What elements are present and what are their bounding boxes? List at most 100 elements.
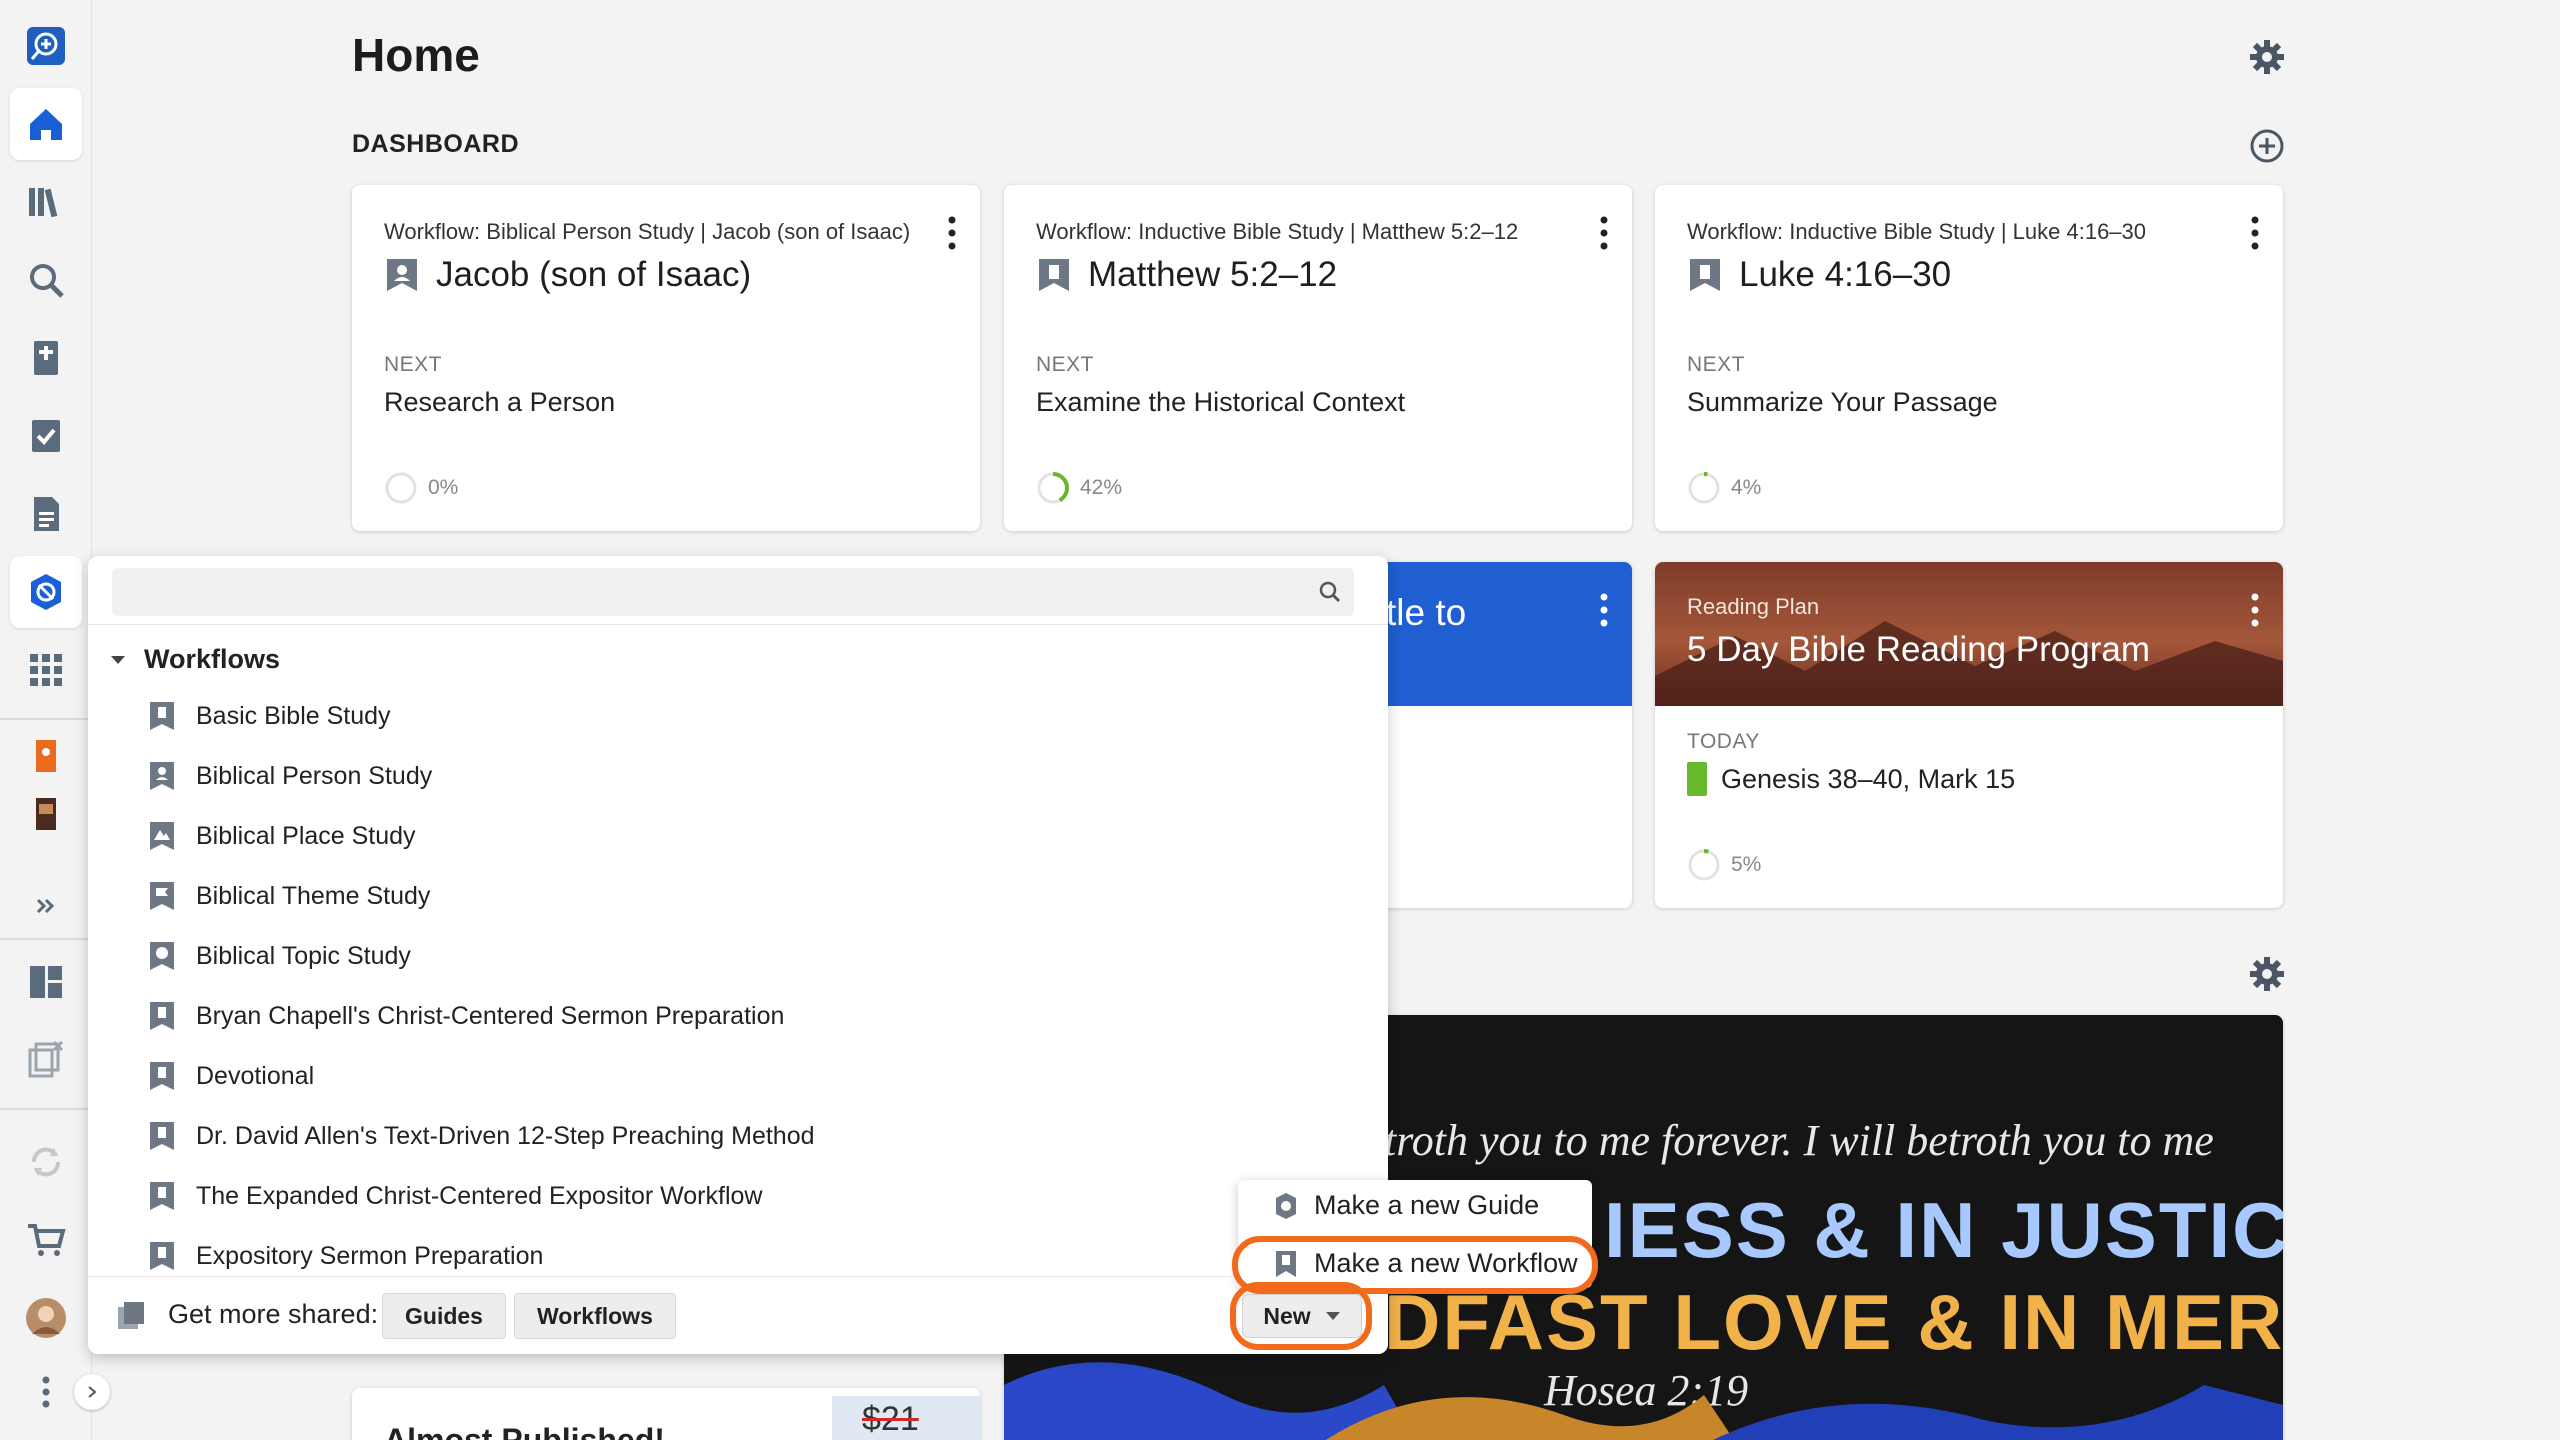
card-menu-icon[interactable]: [1598, 215, 1610, 251]
next-step: Research a Person: [384, 387, 616, 417]
workflow-list-item[interactable]: Biblical Place Study: [148, 816, 416, 856]
workflow-list-item[interactable]: Expository Sermon Preparation: [148, 1236, 543, 1276]
progress-text: 42%: [1080, 476, 1123, 499]
sidebar-layout-icon[interactable]: [10, 946, 82, 1018]
sidebar-divider: [0, 1108, 92, 1110]
workflow-card-title-text: Matthew 5:2–12: [1088, 255, 1338, 294]
workflow-card-subtitle: Workflow: Inductive Bible Study | Luke 4…: [1687, 219, 2147, 244]
sidebar-search-add-icon[interactable]: [10, 10, 82, 82]
guide-card-title: tle to: [1386, 592, 1467, 633]
workflow-list: Basic Bible Study Biblical Person Study …: [148, 696, 1328, 1270]
next-step: Summarize Your Passage: [1687, 387, 1998, 417]
workflow-list-item[interactable]: Devotional: [148, 1056, 314, 1096]
workflow-list-item[interactable]: Basic Bible Study: [148, 696, 391, 736]
workflow-list-item[interactable]: Bryan Chapell's Christ-Centered Sermon P…: [148, 996, 784, 1036]
workflow-card[interactable]: Workflow: Inductive Bible Study | Matthe…: [1004, 185, 1632, 531]
workflows-group-header[interactable]: Workflows: [108, 644, 280, 675]
workflow-card-subtitle: Workflow: Biblical Person Study | Jacob …: [384, 219, 911, 244]
bookmark-icon: [150, 1122, 174, 1150]
product-card-title: Almost Published!: [384, 1422, 665, 1440]
page-title: Home: [352, 29, 480, 81]
today-reading-text: Genesis 38–40, Mark 15: [1721, 763, 2016, 794]
reading-plan-card[interactable]: Reading Plan 5 Day Bible Reading Program…: [1655, 562, 2283, 908]
topic-icon: [150, 942, 174, 970]
workflow-name: Biblical Place Study: [196, 821, 416, 850]
today-reading[interactable]: Genesis 38–40, Mark 15: [1687, 762, 2015, 796]
sidebar-library-icon[interactable]: [10, 166, 82, 238]
reading-plan-kind: Reading Plan: [1687, 594, 1820, 619]
panel-expand-toggle[interactable]: [74, 1374, 110, 1410]
sidebar-avatar[interactable]: [10, 1282, 82, 1354]
workflow-name: The Expanded Christ-Centered Expositor W…: [196, 1181, 763, 1210]
reading-plan-header: Reading Plan 5 Day Bible Reading Program: [1655, 562, 2283, 706]
workflow-card[interactable]: Workflow: Inductive Bible Study | Luke 4…: [1655, 185, 2283, 531]
bible-book-icon: [1687, 762, 1707, 796]
workflow-list-item[interactable]: Biblical Theme Study: [148, 876, 430, 916]
sidebar-divider: [0, 938, 92, 940]
bookmark-workflow-icon: [1039, 259, 1069, 291]
sidebar-apps-icon[interactable]: [10, 634, 82, 706]
shared-guides-button[interactable]: Guides: [382, 1293, 506, 1339]
sidebar-book-dark-icon[interactable]: [10, 778, 82, 850]
progress: 5%: [1687, 848, 1761, 882]
sidebar-close-panels-icon[interactable]: [10, 1024, 82, 1096]
workflow-card-title: Matthew 5:2–12: [1036, 255, 1337, 295]
guide-icon: [1276, 1192, 1296, 1219]
sidebar-guides-icon[interactable]: [10, 556, 82, 628]
shared-workflows-button[interactable]: Workflows: [514, 1293, 676, 1339]
workflow-list-item[interactable]: Biblical Topic Study: [148, 936, 411, 976]
settings-gear-icon[interactable]: [2248, 955, 2286, 993]
progress-ring: [385, 472, 417, 504]
sidebar-expand-icon[interactable]: [10, 870, 82, 942]
sidebar-document-icon[interactable]: [10, 478, 82, 550]
workflow-card-title-text: Jacob (son of Isaac): [436, 255, 752, 294]
card-menu-icon[interactable]: [2249, 215, 2261, 251]
card-menu-icon[interactable]: [946, 215, 958, 251]
sidebar-search-icon[interactable]: [10, 244, 82, 316]
bookmark-icon: [150, 1182, 174, 1210]
workflow-name: Bryan Chapell's Christ-Centered Sermon P…: [196, 1001, 785, 1030]
person-icon: [150, 762, 174, 790]
bookmark-icon: [150, 1002, 174, 1030]
make-new-guide-label: Make a new Guide: [1314, 1190, 1540, 1220]
sidebar: [0, 0, 92, 1440]
workflow-name: Biblical Theme Study: [196, 881, 431, 910]
workflow-card[interactable]: Workflow: Biblical Person Study | Jacob …: [352, 185, 980, 531]
workflow-list-item[interactable]: The Expanded Christ-Centered Expositor W…: [148, 1176, 762, 1216]
add-widget-icon[interactable]: [2248, 127, 2286, 165]
card-menu-icon[interactable]: [2249, 592, 2261, 628]
next-label: NEXT: [384, 353, 443, 376]
product-card[interactable]: Almost Published! $21: [352, 1388, 980, 1440]
make-new-guide-item[interactable]: Make a new Guide: [1274, 1190, 1539, 1221]
workflow-list-item[interactable]: Dr. David Allen's Text-Driven 12-Step Pr…: [148, 1116, 815, 1156]
next-label: NEXT: [1036, 353, 1095, 376]
highlight-outline: [1230, 1282, 1372, 1350]
workflow-name: Basic Bible Study: [196, 701, 391, 730]
theme-icon: [150, 882, 174, 910]
settings-gear-icon[interactable]: [2248, 38, 2286, 76]
workflow-card-title: Jacob (son of Isaac): [384, 255, 751, 295]
progress-text: 5%: [1731, 853, 1762, 876]
reading-plan-name: 5 Day Bible Reading Program: [1687, 630, 2151, 669]
sidebar-sync-icon[interactable]: [10, 1126, 82, 1198]
search-icon[interactable]: [1316, 578, 1344, 606]
sidebar-cart-icon[interactable]: [10, 1204, 82, 1276]
progress-ring: [1037, 472, 1069, 504]
sidebar-home-icon[interactable]: [10, 88, 82, 160]
next-label: NEXT: [1687, 353, 1746, 376]
sidebar-more-icon[interactable]: [10, 1356, 82, 1428]
verse-line: IESS & IN JUSTICE,: [1604, 1186, 2283, 1274]
price-tag: $21: [832, 1396, 980, 1440]
progress: 42%: [1036, 471, 1122, 505]
workflow-card-title: Luke 4:16–30: [1687, 255, 1951, 295]
card-menu-icon[interactable]: [1598, 592, 1610, 628]
place-icon: [150, 822, 174, 850]
sidebar-tasks-icon[interactable]: [10, 400, 82, 472]
workflow-name: Dr. David Allen's Text-Driven 12-Step Pr…: [196, 1121, 815, 1150]
sidebar-bible-icon[interactable]: [10, 322, 82, 394]
workflow-list-item[interactable]: Biblical Person Study: [148, 756, 432, 796]
panel-search-input[interactable]: [112, 568, 1354, 616]
shared-copies-icon: [118, 1302, 144, 1329]
bookmark-icon: [150, 1062, 174, 1090]
panel-footer: Get more shared: Guides Workflows: [88, 1276, 1388, 1354]
